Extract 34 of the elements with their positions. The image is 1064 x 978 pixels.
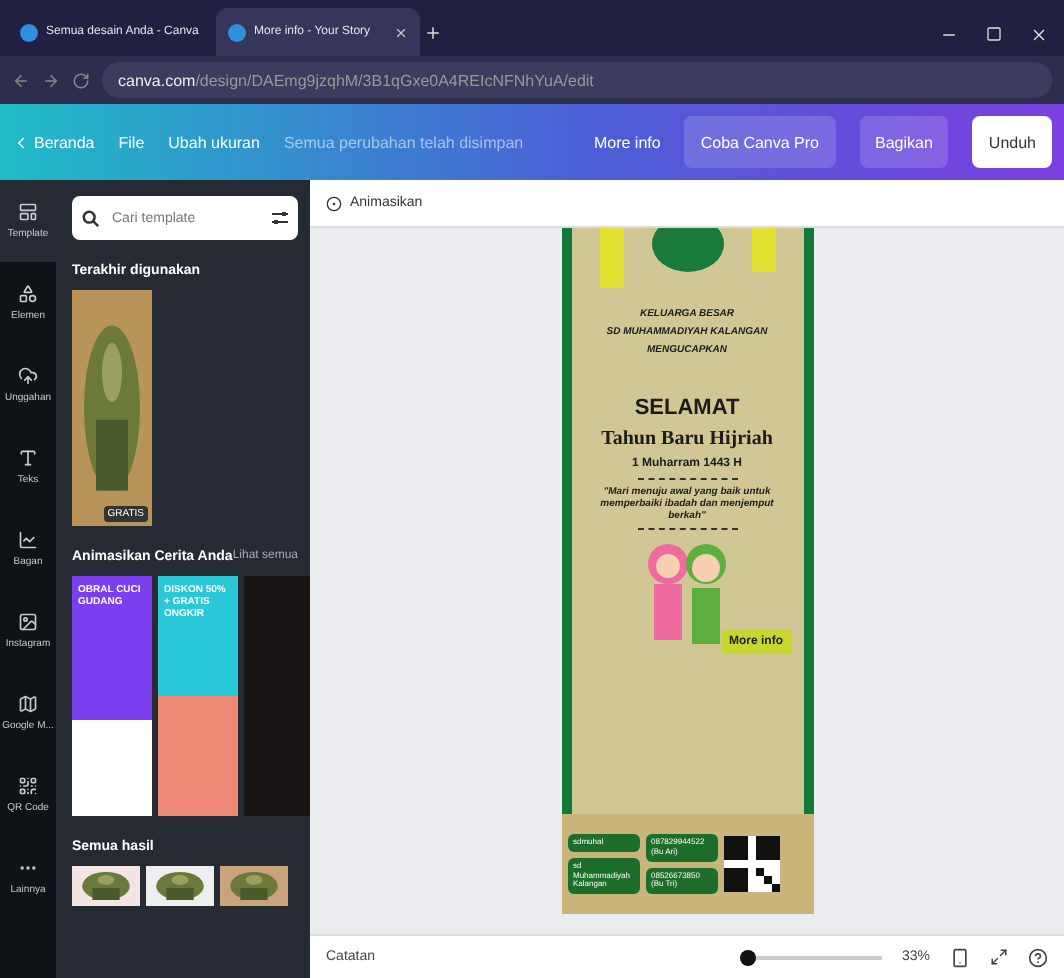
image-icon [18, 612, 38, 632]
text-icon [18, 448, 38, 468]
animate-icon [326, 195, 342, 211]
filter-icon[interactable] [272, 210, 288, 226]
help-icon[interactable] [1028, 947, 1048, 967]
title-text: SELAMAT [634, 396, 740, 423]
search-icon [82, 209, 100, 227]
download-button[interactable]: Unduh [972, 116, 1052, 168]
back-icon[interactable] [12, 71, 30, 89]
save-status: Semua perubahan telah disimpan [283, 133, 524, 151]
pro-button[interactable]: Coba Canva Pro [684, 116, 835, 168]
reload-icon[interactable] [72, 71, 90, 89]
close-icon[interactable] [394, 25, 408, 39]
share-button[interactable]: Bagikan [859, 116, 949, 168]
address-field[interactable]: canva.com/design/DAEmg9jzqhM/3B1qGxe0A4REIcNFNhYuA/edit [102, 62, 1052, 98]
qr-code-icon [18, 776, 38, 796]
new-tab-icon[interactable] [424, 24, 442, 42]
template-icon [18, 202, 38, 222]
template-thumbnail[interactable] [244, 576, 310, 816]
shapes-icon [18, 284, 38, 304]
qr-code-icon [723, 836, 779, 892]
canva-icon [20, 23, 38, 41]
upload-icon [18, 366, 38, 386]
slider-thumb[interactable] [739, 949, 756, 965]
canva-icon [228, 23, 246, 41]
title-link[interactable]: More info [593, 133, 661, 151]
page-icon[interactable] [950, 947, 970, 967]
fullscreen-icon[interactable] [990, 948, 1008, 966]
map-icon [18, 694, 38, 714]
subtitle-text: Tahun Baru Hijriah [601, 428, 773, 453]
close-icon[interactable] [1030, 26, 1048, 44]
chart-icon [18, 530, 38, 550]
restore-icon[interactable] [986, 26, 1002, 42]
forward-icon[interactable] [42, 71, 60, 89]
